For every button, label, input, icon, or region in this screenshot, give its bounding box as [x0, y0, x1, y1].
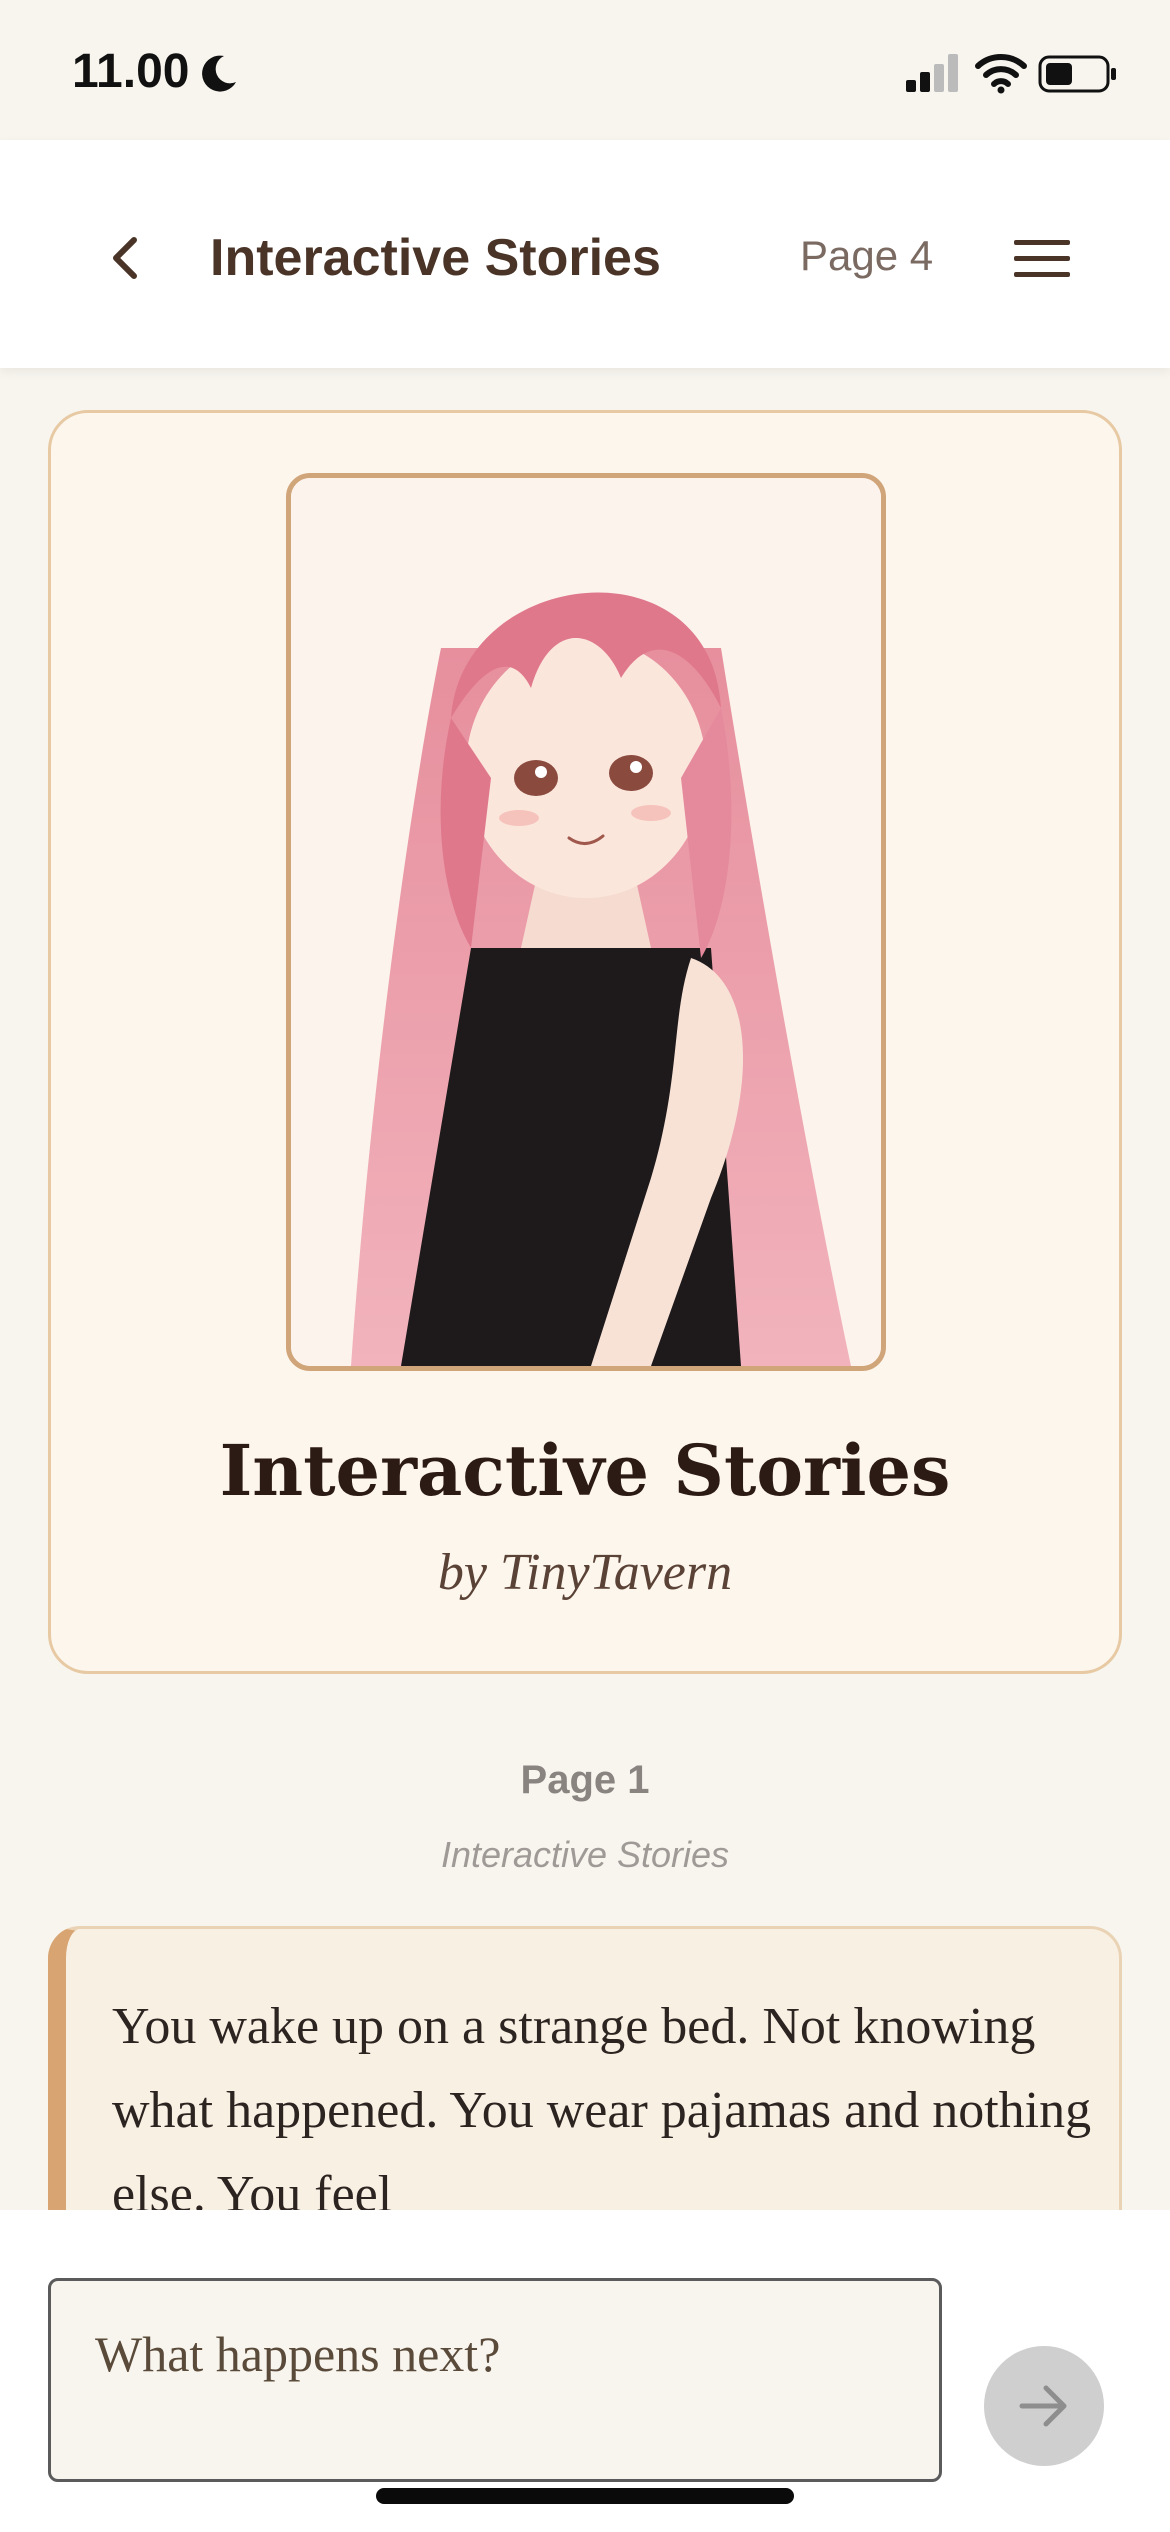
wifi-icon — [975, 54, 1027, 94]
story-prompt-input[interactable]: What happens next? — [48, 2278, 942, 2482]
app-header: Interactive Stories Page 4 — [0, 140, 1170, 368]
back-icon[interactable] — [104, 232, 148, 284]
arrow-right-icon — [1019, 2385, 1067, 2427]
anime-girl-illustration — [291, 478, 881, 1366]
page-label: Page 1 — [520, 1758, 650, 1802]
menu-icon[interactable] — [1012, 236, 1072, 282]
cover-illustration — [286, 473, 886, 1371]
status-bar: 11.00 — [0, 0, 1170, 140]
send-button[interactable] — [984, 2346, 1104, 2466]
input-bar: What happens next? — [0, 2210, 1170, 2532]
status-time: 11.00 — [72, 45, 190, 98]
prompt-placeholder: What happens next? — [95, 2326, 501, 2382]
page-sublabel: Interactive Stories — [440, 1834, 730, 1875]
page-title: Interactive Stories — [210, 229, 661, 287]
cover-author: by TinyTavern — [437, 1544, 733, 1601]
signal-icon — [906, 54, 958, 92]
story-text-card: You wake up on a strange bed. Not knowin… — [48, 1926, 1122, 2246]
page-indicator: Page 4 — [800, 232, 934, 279]
moon-icon — [202, 55, 236, 92]
cover-title: Interactive Stories — [219, 1429, 951, 1512]
story-text: You wake up on a strange bed. Not knowin… — [112, 1998, 1092, 2223]
battery-icon — [1038, 55, 1116, 93]
story-cover-card: Interactive Stories by TinyTavern — [48, 410, 1122, 1674]
home-indicator — [376, 2488, 794, 2504]
